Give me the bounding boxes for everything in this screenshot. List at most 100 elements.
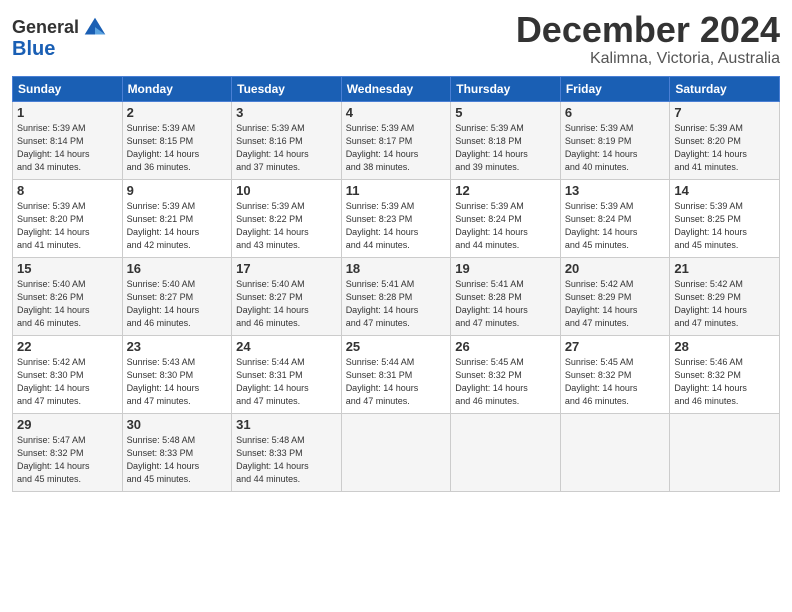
day-info-text: Sunrise: 5:39 AM Sunset: 8:16 PM Dayligh…: [236, 122, 337, 174]
calendar-day-cell: 27 Sunrise: 5:45 AM Sunset: 8:32 PM Dayli…: [560, 335, 670, 413]
calendar-day-cell: 5 Sunrise: 5:39 AM Sunset: 8:18 PM Daylig…: [451, 101, 561, 179]
calendar-week-row: 1 Sunrise: 5:39 AM Sunset: 8:14 PM Daylig…: [13, 101, 780, 179]
calendar-day-cell: 13 Sunrise: 5:39 AM Sunset: 8:24 PM Dayli…: [560, 179, 670, 257]
calendar-day-cell: [670, 413, 780, 491]
day-number: 29: [17, 417, 118, 432]
day-info-text: Sunrise: 5:42 AM Sunset: 8:29 PM Dayligh…: [565, 278, 666, 330]
day-of-week-header: Saturday: [670, 76, 780, 101]
calendar-week-row: 22 Sunrise: 5:42 AM Sunset: 8:30 PM Dayli…: [13, 335, 780, 413]
day-info-text: Sunrise: 5:44 AM Sunset: 8:31 PM Dayligh…: [346, 356, 447, 408]
day-number: 9: [127, 183, 228, 198]
logo: General Blue: [12, 14, 109, 60]
logo-icon: [81, 14, 109, 42]
calendar-day-cell: 15 Sunrise: 5:40 AM Sunset: 8:26 PM Dayli…: [13, 257, 123, 335]
day-number: 5: [455, 105, 556, 120]
day-info-text: Sunrise: 5:39 AM Sunset: 8:22 PM Dayligh…: [236, 200, 337, 252]
calendar-day-cell: 20 Sunrise: 5:42 AM Sunset: 8:29 PM Dayli…: [560, 257, 670, 335]
day-number: 12: [455, 183, 556, 198]
day-of-week-header: Wednesday: [341, 76, 451, 101]
day-number: 11: [346, 183, 447, 198]
day-info-text: Sunrise: 5:39 AM Sunset: 8:14 PM Dayligh…: [17, 122, 118, 174]
calendar-day-cell: 18 Sunrise: 5:41 AM Sunset: 8:28 PM Dayli…: [341, 257, 451, 335]
day-number: 25: [346, 339, 447, 354]
day-number: 14: [674, 183, 775, 198]
calendar-day-cell: 8 Sunrise: 5:39 AM Sunset: 8:20 PM Daylig…: [13, 179, 123, 257]
day-number: 22: [17, 339, 118, 354]
day-info-text: Sunrise: 5:39 AM Sunset: 8:24 PM Dayligh…: [565, 200, 666, 252]
day-number: 17: [236, 261, 337, 276]
calendar-day-cell: 23Sunrise: 5:43 AM Sunset: 8:30 PM Dayli…: [122, 335, 232, 413]
calendar-day-cell: 11Sunrise: 5:39 AM Sunset: 8:23 PM Dayli…: [341, 179, 451, 257]
calendar-day-cell: 9 Sunrise: 5:39 AM Sunset: 8:21 PM Daylig…: [122, 179, 232, 257]
calendar-week-row: 29 Sunrise: 5:47 AM Sunset: 8:32 PM Dayli…: [13, 413, 780, 491]
day-info-text: Sunrise: 5:41 AM Sunset: 8:28 PM Dayligh…: [346, 278, 447, 330]
calendar-day-cell: 29 Sunrise: 5:47 AM Sunset: 8:32 PM Dayli…: [13, 413, 123, 491]
calendar-day-cell: 2 Sunrise: 5:39 AM Sunset: 8:15 PM Daylig…: [122, 101, 232, 179]
day-of-week-header: Tuesday: [232, 76, 342, 101]
day-info-text: Sunrise: 5:39 AM Sunset: 8:15 PM Dayligh…: [127, 122, 228, 174]
day-number: 26: [455, 339, 556, 354]
day-info-text: Sunrise: 5:39 AM Sunset: 8:18 PM Dayligh…: [455, 122, 556, 174]
day-info-text: Sunrise: 5:39 AM Sunset: 8:25 PM Dayligh…: [674, 200, 775, 252]
calendar-day-cell: [341, 413, 451, 491]
day-info-text: Sunrise: 5:46 AM Sunset: 8:32 PM Dayligh…: [674, 356, 775, 408]
calendar-day-cell: 12 Sunrise: 5:39 AM Sunset: 8:24 PM Dayli…: [451, 179, 561, 257]
day-number: 2: [127, 105, 228, 120]
day-info-text: Sunrise: 5:40 AM Sunset: 8:26 PM Dayligh…: [17, 278, 118, 330]
calendar-day-cell: 17 Sunrise: 5:40 AM Sunset: 8:27 PM Dayli…: [232, 257, 342, 335]
day-of-week-header: Friday: [560, 76, 670, 101]
day-info-text: Sunrise: 5:40 AM Sunset: 8:27 PM Dayligh…: [127, 278, 228, 330]
day-info-text: Sunrise: 5:43 AM Sunset: 8:30 PM Dayligh…: [127, 356, 228, 408]
calendar-day-cell: 3Sunrise: 5:39 AM Sunset: 8:16 PM Daylig…: [232, 101, 342, 179]
day-number: 18: [346, 261, 447, 276]
calendar-day-cell: 4 Sunrise: 5:39 AM Sunset: 8:17 PM Daylig…: [341, 101, 451, 179]
day-info-text: Sunrise: 5:39 AM Sunset: 8:20 PM Dayligh…: [17, 200, 118, 252]
day-number: 1: [17, 105, 118, 120]
day-number: 16: [127, 261, 228, 276]
calendar-day-cell: 19Sunrise: 5:41 AM Sunset: 8:28 PM Dayli…: [451, 257, 561, 335]
calendar-day-cell: 22 Sunrise: 5:42 AM Sunset: 8:30 PM Dayli…: [13, 335, 123, 413]
day-number: 13: [565, 183, 666, 198]
page-container: General Blue December 2024 Kalimna, Vict…: [0, 0, 792, 612]
day-info-text: Sunrise: 5:42 AM Sunset: 8:30 PM Dayligh…: [17, 356, 118, 408]
calendar-day-cell: 26 Sunrise: 5:45 AM Sunset: 8:32 PM Dayli…: [451, 335, 561, 413]
day-number: 6: [565, 105, 666, 120]
day-info-text: Sunrise: 5:48 AM Sunset: 8:33 PM Dayligh…: [236, 434, 337, 486]
day-number: 28: [674, 339, 775, 354]
day-info-text: Sunrise: 5:47 AM Sunset: 8:32 PM Dayligh…: [17, 434, 118, 486]
calendar-day-cell: 14 Sunrise: 5:39 AM Sunset: 8:25 PM Dayli…: [670, 179, 780, 257]
day-number: 10: [236, 183, 337, 198]
day-info-text: Sunrise: 5:40 AM Sunset: 8:27 PM Dayligh…: [236, 278, 337, 330]
location-subtitle: Kalimna, Victoria, Australia: [516, 50, 780, 68]
day-number: 4: [346, 105, 447, 120]
day-number: 21: [674, 261, 775, 276]
day-of-week-header: Sunday: [13, 76, 123, 101]
day-info-text: Sunrise: 5:39 AM Sunset: 8:21 PM Dayligh…: [127, 200, 228, 252]
day-number: 27: [565, 339, 666, 354]
day-number: 20: [565, 261, 666, 276]
day-info-text: Sunrise: 5:39 AM Sunset: 8:24 PM Dayligh…: [455, 200, 556, 252]
day-number: 31: [236, 417, 337, 432]
calendar-week-row: 15 Sunrise: 5:40 AM Sunset: 8:26 PM Dayli…: [13, 257, 780, 335]
day-info-text: Sunrise: 5:42 AM Sunset: 8:29 PM Dayligh…: [674, 278, 775, 330]
calendar-day-cell: 24Sunrise: 5:44 AM Sunset: 8:31 PM Dayli…: [232, 335, 342, 413]
calendar-day-cell: 1 Sunrise: 5:39 AM Sunset: 8:14 PM Daylig…: [13, 101, 123, 179]
day-info-text: Sunrise: 5:39 AM Sunset: 8:20 PM Dayligh…: [674, 122, 775, 174]
month-title: December 2024: [516, 10, 780, 50]
day-number: 15: [17, 261, 118, 276]
day-info-text: Sunrise: 5:45 AM Sunset: 8:32 PM Dayligh…: [455, 356, 556, 408]
day-info-text: Sunrise: 5:39 AM Sunset: 8:19 PM Dayligh…: [565, 122, 666, 174]
day-number: 30: [127, 417, 228, 432]
day-of-week-header: Thursday: [451, 76, 561, 101]
calendar-day-cell: 31 Sunrise: 5:48 AM Sunset: 8:33 PM Dayli…: [232, 413, 342, 491]
calendar-day-cell: [451, 413, 561, 491]
day-info-text: Sunrise: 5:39 AM Sunset: 8:17 PM Dayligh…: [346, 122, 447, 174]
calendar-day-cell: 16 Sunrise: 5:40 AM Sunset: 8:27 PM Dayli…: [122, 257, 232, 335]
calendar-day-cell: 28 Sunrise: 5:46 AM Sunset: 8:32 PM Dayli…: [670, 335, 780, 413]
day-number: 19: [455, 261, 556, 276]
calendar-day-cell: 21 Sunrise: 5:42 AM Sunset: 8:29 PM Dayli…: [670, 257, 780, 335]
calendar-day-cell: 25 Sunrise: 5:44 AM Sunset: 8:31 PM Dayli…: [341, 335, 451, 413]
day-number: 8: [17, 183, 118, 198]
day-number: 7: [674, 105, 775, 120]
day-info-text: Sunrise: 5:45 AM Sunset: 8:32 PM Dayligh…: [565, 356, 666, 408]
